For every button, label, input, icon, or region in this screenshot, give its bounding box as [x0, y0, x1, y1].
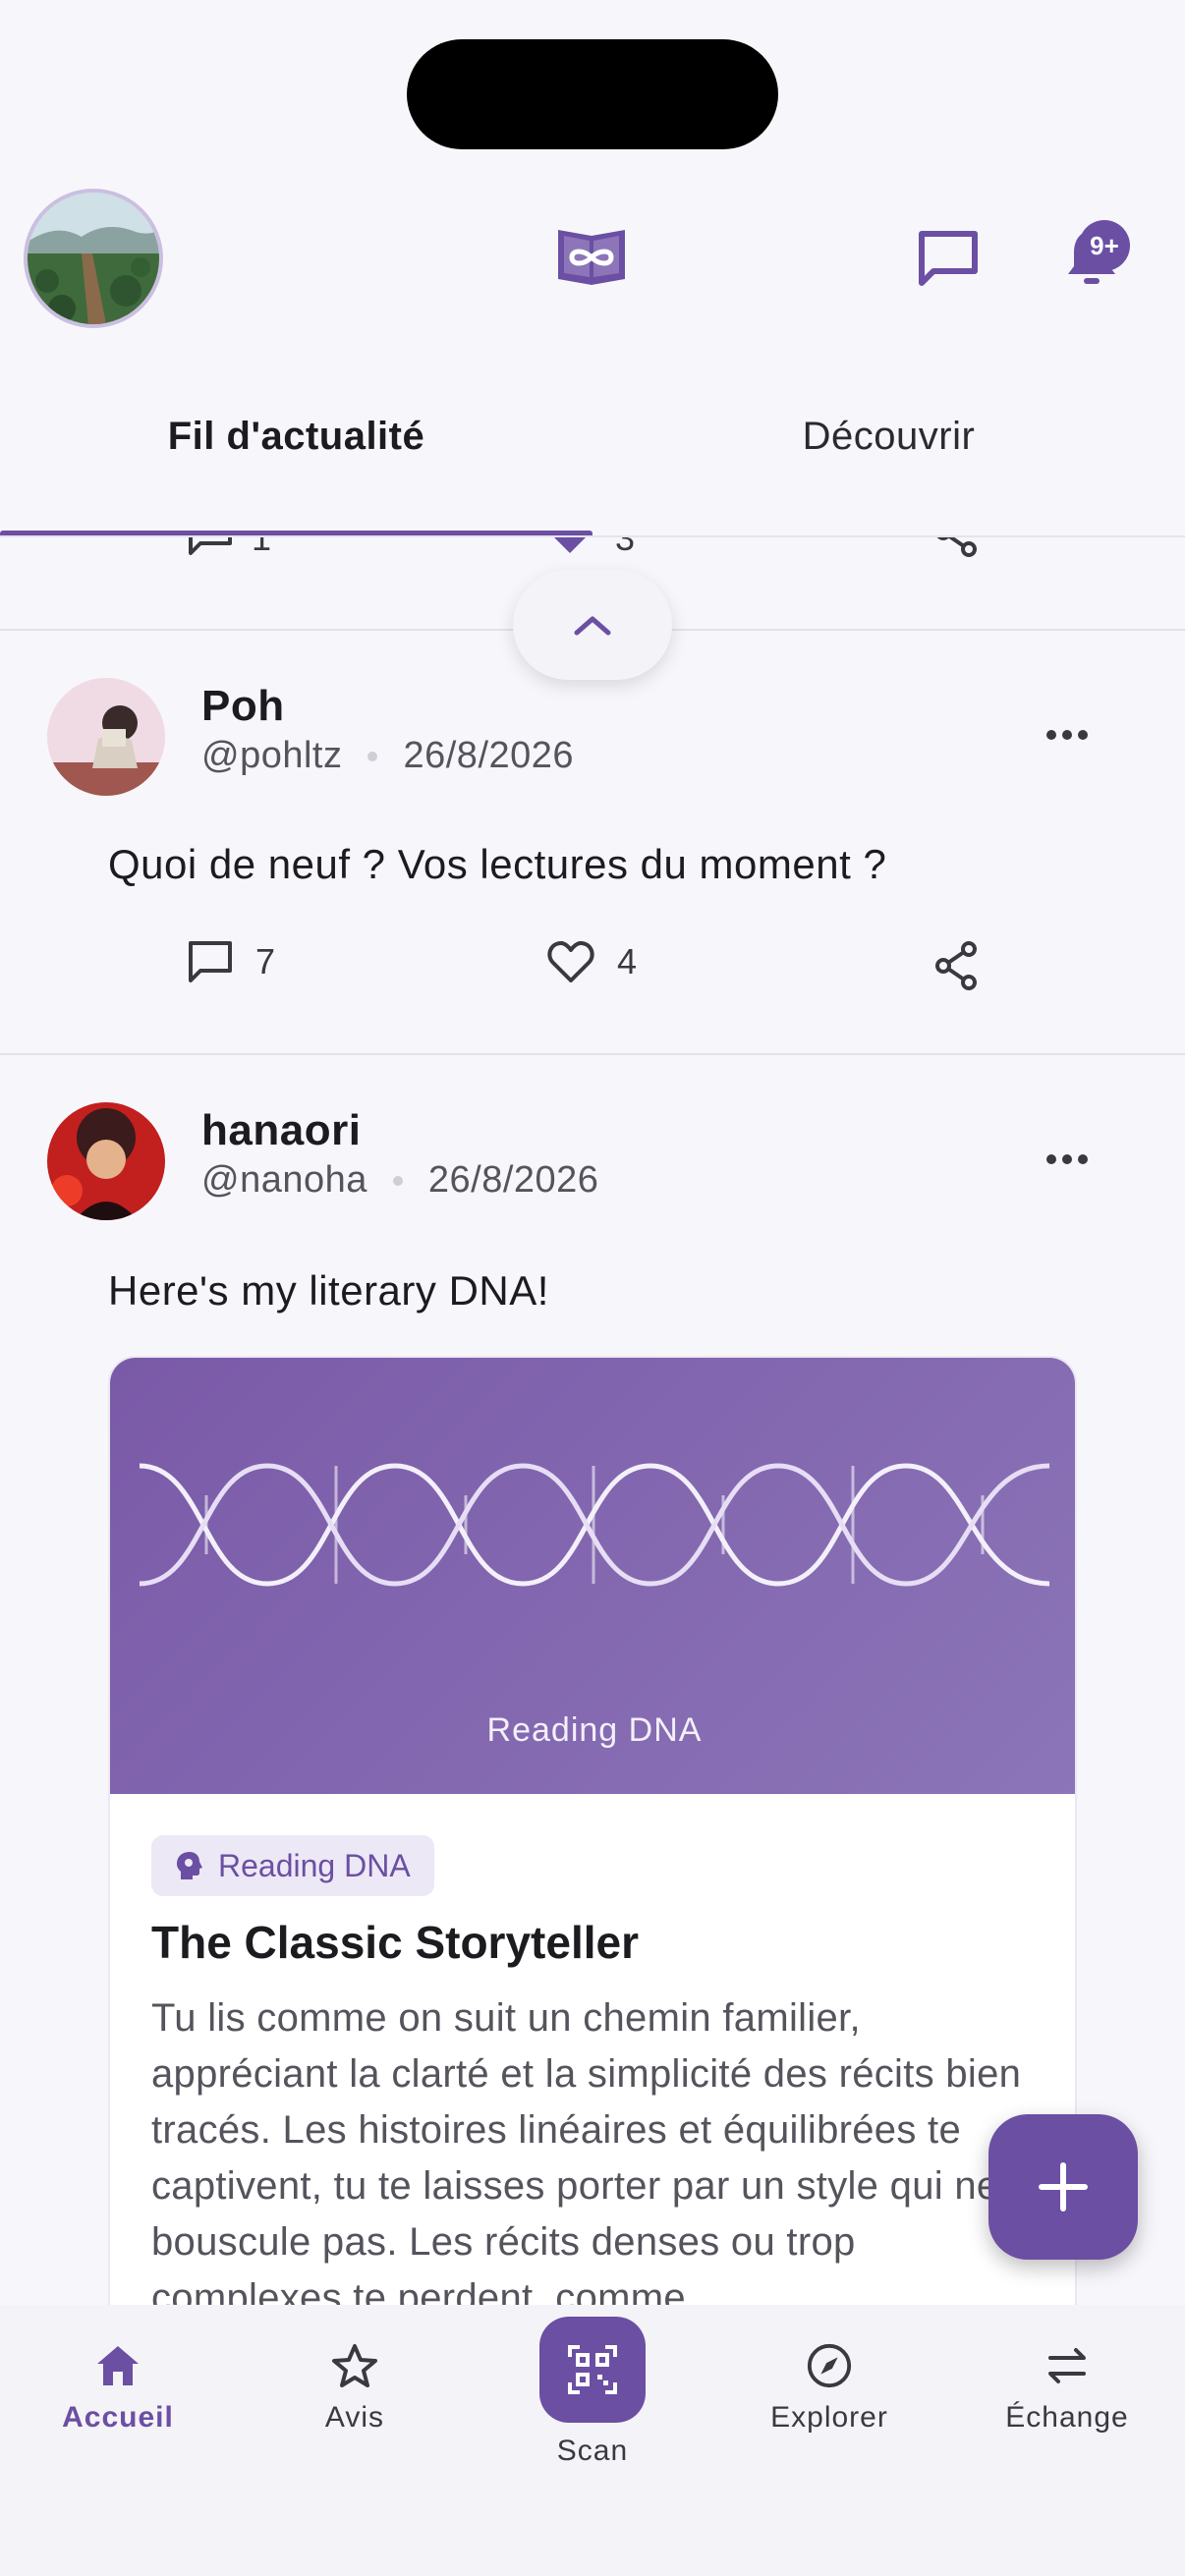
post-date: 26/8/2026 — [427, 1159, 599, 1201]
more-options-icon[interactable] — [1028, 1130, 1106, 1189]
star-icon — [332, 2344, 377, 2387]
post-meta: @nanoha 26/8/2026 — [201, 1159, 598, 1202]
dna-hero: Reading DNA — [110, 1358, 1075, 1794]
swap-icon — [1048, 2348, 1086, 2383]
comment-icon — [189, 941, 232, 982]
reading-dna-chip: Reading DNA — [151, 1835, 434, 1896]
messages-icon[interactable] — [904, 218, 992, 297]
post-author-name[interactable]: hanaori — [201, 1106, 361, 1155]
scan-button[interactable] — [539, 2317, 646, 2423]
share-icon[interactable] — [935, 537, 979, 562]
profile-avatar[interactable] — [24, 189, 163, 328]
share-icon[interactable] — [935, 941, 979, 995]
camera-notch — [407, 39, 778, 149]
home-icon — [97, 2346, 139, 2385]
nav-item-reviews[interactable]: Avis — [256, 2342, 453, 2435]
avatar[interactable] — [47, 1102, 165, 1220]
dna-hero-label: Reading DNA — [486, 1711, 703, 1749]
comment-icon[interactable] — [187, 537, 234, 562]
avatar[interactable] — [47, 678, 165, 796]
dna-helix-icon — [140, 1463, 1049, 1587]
chevron-up-icon — [574, 616, 611, 636]
notifications-badge: 9+ — [1079, 220, 1130, 271]
separator-dot — [392, 1175, 403, 1186]
comment-button[interactable]: 7 — [187, 939, 275, 984]
post-text: Quoi de neuf ? Vos lectures du moment ? — [108, 841, 887, 887]
app-logo-icon[interactable] — [544, 214, 639, 293]
nav-item-home[interactable]: Accueil — [20, 2342, 216, 2435]
post-author-handle[interactable]: @pohltz — [201, 735, 342, 777]
post-meta: @pohltz 26/8/2026 — [201, 735, 574, 777]
nav-item-scan[interactable]: Scan — [494, 2317, 691, 2468]
post-author-name[interactable]: Poh — [201, 682, 285, 731]
tab-bar-divider — [0, 535, 1185, 537]
like-count: 4 — [617, 941, 638, 981]
heart-filled-icon[interactable] — [546, 537, 593, 560]
post-author-handle[interactable]: @nanoha — [201, 1159, 367, 1202]
create-post-button[interactable] — [988, 2114, 1138, 2260]
qr-scan-icon — [568, 2345, 617, 2394]
post-text: Here's my literary DNA! — [108, 1267, 549, 1314]
comment-count: 1 — [252, 537, 272, 558]
dna-profile-description: Tu lis comme on suit un chemin familier,… — [151, 1996, 1044, 2320]
tab-feed[interactable]: Fil d'actualité — [0, 393, 592, 479]
post-date: 26/8/2026 — [403, 735, 575, 776]
post-divider — [0, 1053, 1185, 1055]
nav-item-explore[interactable]: Explorer — [731, 2342, 928, 2435]
more-options-icon[interactable] — [1028, 705, 1106, 764]
like-button[interactable]: 4 — [546, 939, 637, 984]
compass-icon — [807, 2343, 852, 2388]
plus-icon — [1039, 2162, 1088, 2212]
comment-count: 7 — [255, 941, 276, 981]
brain-icon — [177, 1852, 202, 1879]
scroll-to-top-button[interactable] — [513, 570, 672, 680]
nav-item-exchange[interactable]: Échange — [969, 2342, 1165, 2435]
like-count: 3 — [615, 537, 636, 558]
reading-dna-card[interactable]: Reading DNA Reading DNA The Classic Stor… — [108, 1356, 1077, 2387]
tab-discover[interactable]: Découvrir — [592, 393, 1185, 479]
dna-profile-title: The Classic Storyteller — [151, 1917, 639, 1968]
heart-outline-icon — [547, 941, 594, 982]
avatar-landscape-image — [28, 193, 159, 324]
separator-dot — [367, 751, 378, 761]
